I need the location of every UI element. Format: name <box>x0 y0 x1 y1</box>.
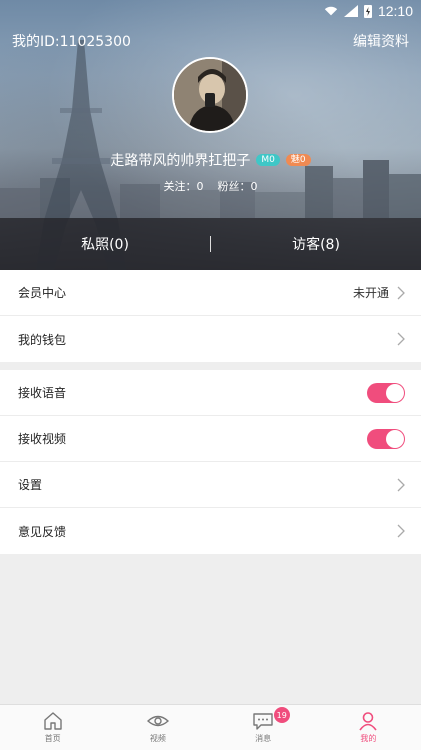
nav-item-video[interactable]: 视频 <box>105 705 210 750</box>
menu-item-label: 意见反馈 <box>18 524 67 539</box>
menu-item-label: 接收视频 <box>18 432 67 446</box>
menu-group-settings: 接收语音 接收视频 设置 意见反馈 <box>0 370 421 554</box>
bottom-nav: 首页 视频 19 消息 我的 <box>0 704 421 750</box>
avatar[interactable] <box>172 57 248 133</box>
tab-visitors[interactable]: 访客(8) <box>211 234 421 254</box>
receive-video-toggle[interactable] <box>367 428 405 449</box>
level-badge: M0 <box>256 154 280 166</box>
menu-item-label: 会员中心 <box>18 286 67 300</box>
message-count-badge: 19 <box>273 707 290 723</box>
profile-header: 12:10 我的ID:11025300 编辑资料 走路带风的帅界扛把子 M0 魅… <box>0 0 421 270</box>
nav-label: 首页 <box>44 734 61 743</box>
charm-badge: 魅0 <box>285 154 311 166</box>
nav-item-home[interactable]: 首页 <box>0 705 105 750</box>
toggle-knob <box>386 383 404 402</box>
receive-voice-toggle[interactable] <box>367 382 405 403</box>
chevron-right-icon <box>397 332 405 346</box>
nav-item-mine[interactable]: 我的 <box>316 705 421 750</box>
status-bar: 12:10 <box>0 0 421 22</box>
nav-label: 我的 <box>360 734 377 743</box>
status-time: 12:10 <box>377 3 413 19</box>
toggle-knob <box>386 429 404 448</box>
chevron-right-icon <box>397 524 405 538</box>
tab-private-photos[interactable]: 私照(0) <box>0 234 210 254</box>
eye-icon <box>146 715 169 727</box>
vip-status-value: 未开通 <box>352 286 389 300</box>
menu-item-receive-video: 接收视频 <box>0 416 421 462</box>
nav-label: 视频 <box>149 734 166 743</box>
nickname: 走路带风的帅界扛把子 <box>110 153 251 169</box>
home-icon <box>43 712 62 730</box>
menu-item-vip-center[interactable]: 会员中心 未开通 <box>0 270 421 316</box>
menu-item-receive-voice: 接收语音 <box>0 370 421 416</box>
menu-item-label: 我的钱包 <box>18 332 67 347</box>
menu-item-feedback[interactable]: 意见反馈 <box>0 508 421 554</box>
signal-icon <box>343 5 358 17</box>
user-id-label: 我的ID:11025300 <box>12 34 131 50</box>
wifi-icon <box>324 6 338 16</box>
menu-item-settings[interactable]: 设置 <box>0 462 421 508</box>
edit-profile-button[interactable]: 编辑资料 <box>353 31 409 51</box>
menu-item-label: 设置 <box>18 478 43 492</box>
profile-tabs: 私照(0) 访客(8) <box>0 218 421 270</box>
user-icon <box>359 712 378 731</box>
nav-item-messages[interactable]: 19 消息 <box>211 705 316 750</box>
fans-count[interactable]: 粉丝：0 <box>218 178 258 196</box>
menu-group-account: 会员中心 未开通 我的钱包 <box>0 270 421 362</box>
nav-label: 消息 <box>255 734 272 743</box>
message-icon <box>253 713 273 730</box>
battery-icon <box>363 5 372 18</box>
chevron-right-icon <box>397 478 405 491</box>
menu-item-label: 接收语音 <box>18 386 67 400</box>
chevron-right-icon <box>397 286 405 299</box>
menu-item-wallet[interactable]: 我的钱包 <box>0 316 421 362</box>
following-count[interactable]: 关注：0 <box>164 178 204 196</box>
